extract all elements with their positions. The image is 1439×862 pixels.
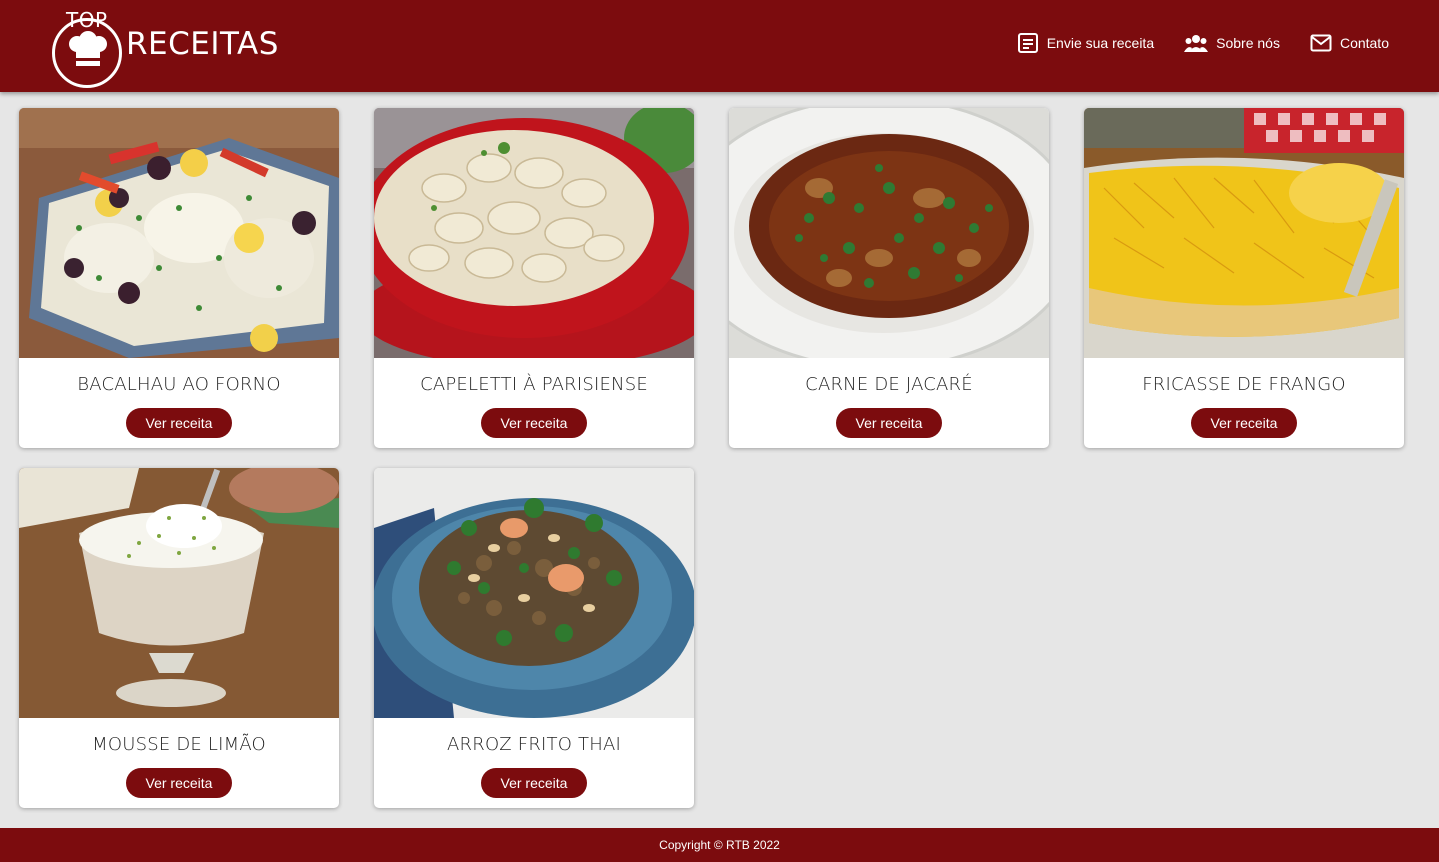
ver-receita-button[interactable]: Ver receita — [836, 408, 942, 438]
users-icon — [1184, 35, 1209, 52]
recipe-image[interactable] — [374, 468, 694, 718]
recipe-card: FRICASSE DE FRANGO Ver receita — [1084, 108, 1404, 448]
copyright-text: Copyright © RTB 2022 — [659, 838, 780, 852]
recipe-image[interactable] — [729, 108, 1049, 358]
chef-hat-icon — [69, 31, 107, 66]
ver-receita-button[interactable]: Ver receita — [126, 408, 232, 438]
recipe-title: BACALHAU AO FORNO — [77, 374, 281, 395]
nav-label: Envie sua receita — [1046, 35, 1155, 51]
site-header: TOP RECEITAS Envie sua receita Sobre nós — [0, 0, 1439, 92]
recipe-image[interactable] — [19, 468, 339, 718]
site-logo[interactable]: TOP RECEITAS — [50, 8, 280, 88]
nav-label: Sobre nós — [1216, 35, 1280, 51]
mail-icon — [1310, 34, 1332, 52]
recipe-card: BACALHAU AO FORNO Ver receita — [19, 108, 339, 448]
recipe-title: ARROZ FRITO THAI — [447, 734, 621, 755]
recipe-card: CARNE DE JACARÉ Ver receita — [729, 108, 1049, 448]
ver-receita-button[interactable]: Ver receita — [126, 768, 232, 798]
logo-main-text: RECEITAS — [126, 26, 279, 62]
recipe-title: MOUSSE DE LIMÃO — [92, 734, 266, 755]
ver-receita-button[interactable]: Ver receita — [1191, 408, 1297, 438]
nav-contato[interactable]: Contato — [1310, 34, 1389, 52]
nav-envie-receita[interactable]: Envie sua receita — [1017, 32, 1154, 54]
recipe-card: CAPELETTI À PARISIENSE Ver receita — [374, 108, 694, 448]
main-nav: Envie sua receita Sobre nós Contato — [1017, 32, 1389, 54]
ver-receita-button[interactable]: Ver receita — [481, 768, 587, 798]
recipe-card: ARROZ FRITO THAI Ver receita — [374, 468, 694, 808]
nav-label: Contato — [1339, 35, 1389, 51]
site-footer: Copyright © RTB 2022 — [0, 828, 1439, 862]
recipe-image[interactable] — [1084, 108, 1404, 358]
recipe-title: FRICASSE DE FRANGO — [1142, 374, 1346, 395]
recipe-title: CARNE DE JACARÉ — [805, 374, 973, 395]
recipe-title: CAPELETTI À PARISIENSE — [420, 374, 648, 395]
logo-top-text: TOP — [66, 8, 108, 32]
note-icon — [1017, 33, 1038, 53]
nav-sobre-nos[interactable]: Sobre nós — [1184, 34, 1280, 52]
ver-receita-button[interactable]: Ver receita — [481, 408, 587, 438]
recipe-image[interactable] — [374, 108, 694, 358]
recipe-image[interactable] — [19, 108, 339, 358]
recipe-card: MOUSSE DE LIMÃO Ver receita — [19, 468, 339, 808]
